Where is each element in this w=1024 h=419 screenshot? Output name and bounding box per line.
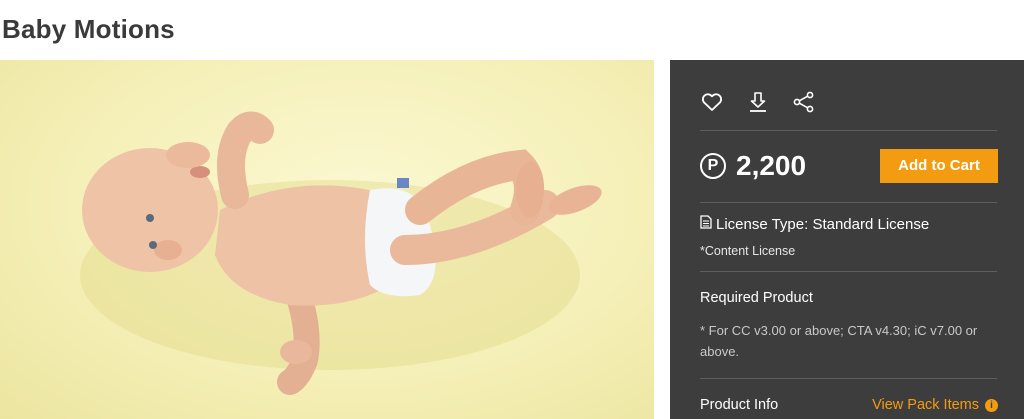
price-row: P 2,200 Add to Cart <box>700 149 998 185</box>
product-panel: P 2,200 Add to Cart License Type: Standa… <box>670 60 1024 419</box>
document-icon <box>700 215 712 233</box>
product-price: 2,200 <box>736 150 807 181</box>
view-pack-items-label: View Pack Items <box>872 397 979 413</box>
view-pack-items-link[interactable]: View Pack Items i <box>872 397 998 413</box>
divider <box>700 378 997 379</box>
license-type-label: License Type: Standard License <box>716 215 930 233</box>
points-coin-icon: P <box>700 153 726 179</box>
heart-icon[interactable] <box>700 90 724 114</box>
divider <box>700 202 997 203</box>
required-product-text: * For CC v3.00 or above; CTA v4.30; iC v… <box>700 323 978 359</box>
content-license-note: *Content License <box>700 244 796 258</box>
required-product-title: Required Product <box>700 290 813 306</box>
share-icon[interactable] <box>792 90 816 114</box>
download-icon[interactable] <box>746 90 770 114</box>
product-preview-image <box>0 60 654 419</box>
license-type: License Type: Standard License <box>700 215 929 233</box>
add-to-cart-button[interactable]: Add to Cart <box>880 149 998 183</box>
info-icon: i <box>985 398 998 412</box>
product-info-row: Product Info View Pack Items i <box>700 397 998 413</box>
page-title: Baby Motions <box>2 14 175 44</box>
product-info-label: Product Info <box>700 397 779 413</box>
divider <box>700 271 997 272</box>
action-icons <box>700 90 816 114</box>
divider <box>700 130 997 131</box>
